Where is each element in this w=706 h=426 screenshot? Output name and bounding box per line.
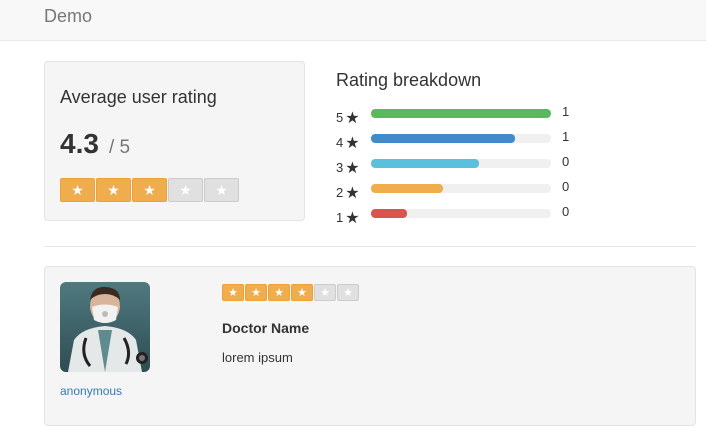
breakdown-bar-track (371, 209, 551, 218)
star-icon: ★ (345, 110, 360, 127)
average-rating-stars: ★ ★ ★ ★ ★ (60, 178, 239, 202)
review-text: lorem ipsum (222, 350, 293, 365)
breakdown-row-5: 5 ★ 1 (336, 104, 636, 127)
breakdown-label: 1 ★ (336, 210, 360, 227)
star-icon: ★ (132, 178, 167, 202)
star-icon: ★ (96, 178, 131, 202)
breakdown-bar-track (371, 184, 551, 193)
star-icon: ★ (291, 284, 313, 301)
star-icon: ★ (245, 284, 267, 301)
review-card: anonymous ★ ★ ★ ★ ★ ★ Doctor Name lorem ipsum (44, 266, 696, 426)
rating-breakdown-title: Rating breakdown (336, 70, 482, 90)
breakdown-bar-track (371, 109, 551, 118)
star-icon: ★ (345, 135, 360, 152)
star-icon: ★ (337, 284, 359, 301)
reviewer-avatar (60, 282, 150, 372)
breakdown-row-1: 1 ★ 0 (336, 204, 636, 227)
star-icon: ★ (168, 178, 203, 202)
breakdown-row-3: 3 ★ 0 (336, 154, 636, 177)
breakdown-label: 5 ★ (336, 110, 360, 127)
breakdown-count: 1 (562, 129, 570, 144)
breakdown-bar-track (371, 134, 551, 143)
breakdown-count: 1 (562, 104, 570, 119)
average-rating-title: Average user rating (60, 87, 217, 107)
breakdown-bar-fill (371, 109, 551, 118)
breakdown-count: 0 (562, 179, 570, 194)
breakdown-label: 3 ★ (336, 160, 360, 177)
breakdown-row-2: 2 ★ 0 (336, 179, 636, 202)
review-rating-stars: ★ ★ ★ ★ ★ ★ (222, 284, 359, 301)
breakdown-bar-fill (371, 134, 515, 143)
breakdown-count: 0 (562, 154, 570, 169)
average-rating-panel: Average user rating 4.3 / 5 ★ ★ ★ ★ ★ (44, 61, 305, 221)
star-icon: ★ (314, 284, 336, 301)
breakdown-count: 0 (562, 204, 570, 219)
divider (44, 246, 696, 247)
star-icon: ★ (345, 160, 360, 177)
breakdown-bar-fill (371, 209, 407, 218)
star-icon: ★ (60, 178, 95, 202)
reviewer-name-link[interactable]: anonymous (60, 384, 122, 398)
average-rating-max: / 5 (109, 137, 131, 158)
breakdown-row-4: 4 ★ 1 (336, 129, 636, 152)
breakdown-bar-fill (371, 184, 443, 193)
star-icon: ★ (345, 185, 360, 202)
star-icon: ★ (204, 178, 239, 202)
star-icon: ★ (222, 284, 244, 301)
breakdown-bar-fill (371, 159, 479, 168)
star-icon: ★ (268, 284, 290, 301)
breakdown-label: 2 ★ (336, 185, 360, 202)
navbar: Demo (0, 0, 706, 41)
navbar-brand[interactable]: Demo (44, 6, 92, 27)
review-title: Doctor Name (222, 320, 310, 336)
average-rating-score: 4.3 (60, 128, 99, 159)
star-icon: ★ (345, 210, 360, 227)
breakdown-label: 4 ★ (336, 135, 360, 152)
breakdown-bar-track (371, 159, 551, 168)
